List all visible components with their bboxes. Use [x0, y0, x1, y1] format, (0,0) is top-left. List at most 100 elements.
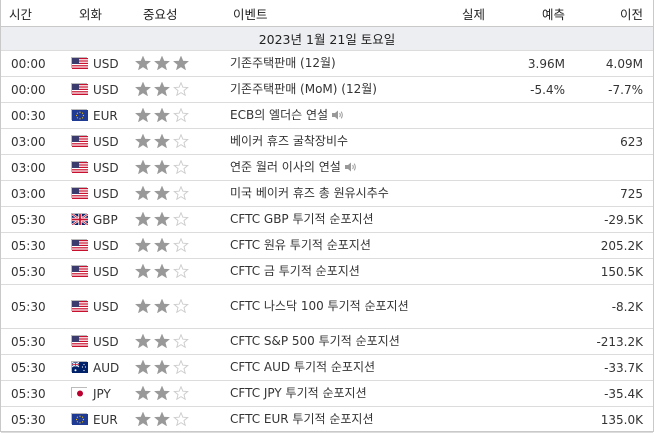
header-time[interactable]: 시간: [1, 0, 71, 27]
event-name[interactable]: ECB의 엘더슨 연설: [230, 108, 328, 122]
event-row[interactable]: 05:30 USD CFTC 금 투기적 순포지션 150.5K: [1, 258, 653, 285]
event-currency: EUR: [71, 102, 135, 129]
event-time: 05:30: [1, 284, 71, 329]
importance-stars: [135, 154, 225, 181]
star-filled-icon: [135, 263, 151, 279]
importance-stars: [135, 258, 225, 285]
event-name-cell[interactable]: CFTC GBP 투기적 순포지션: [225, 206, 425, 233]
event-currency: GBP: [71, 206, 135, 233]
event-name-cell[interactable]: 베이커 휴즈 굴착장비수: [225, 128, 425, 155]
currency-code: EUR: [93, 412, 118, 427]
event-forecast: [495, 284, 575, 329]
event-name[interactable]: CFTC 원유 투기적 순포지션: [230, 238, 371, 252]
star-empty-icon: [173, 185, 189, 201]
event-row[interactable]: 05:30 AUD CFTC AUD 투기적 순포지션 -33.7K: [1, 354, 653, 381]
event-forecast: [495, 128, 575, 155]
event-name[interactable]: 기존주택판매 (MoM) (12월): [230, 82, 377, 96]
event-previous: 135.0K: [575, 406, 653, 433]
us-flag-icon: [71, 82, 88, 95]
event-name-cell[interactable]: 미국 베이커 휴즈 총 원유시추수: [225, 180, 425, 207]
event-name-cell[interactable]: 연준 월러 이사의 연설: [225, 154, 425, 181]
event-name-cell[interactable]: CFTC 원유 투기적 순포지션: [225, 232, 425, 259]
star-empty-icon: [173, 298, 189, 314]
event-name-cell[interactable]: CFTC 나스닥 100 투기적 순포지션: [225, 284, 425, 329]
event-time: 05:30: [1, 380, 71, 407]
importance-stars: [135, 180, 225, 207]
star-empty-icon: [173, 385, 189, 401]
event-currency: USD: [71, 258, 135, 285]
star-filled-icon: [135, 133, 151, 149]
event-name-cell[interactable]: ECB의 엘더슨 연설: [225, 102, 425, 129]
event-name-cell[interactable]: CFTC AUD 투기적 순포지션: [225, 354, 425, 381]
event-name[interactable]: CFTC AUD 투기적 순포지션: [230, 360, 375, 374]
header-currency[interactable]: 외화: [71, 0, 135, 27]
event-forecast: [495, 232, 575, 259]
event-name-cell[interactable]: CFTC 금 투기적 순포지션: [225, 258, 425, 285]
currency-code: USD: [93, 82, 119, 97]
event-name[interactable]: 미국 베이커 휴즈 총 원유시추수: [230, 186, 389, 200]
star-filled-icon: [154, 159, 170, 175]
event-previous: -35.4K: [575, 380, 653, 407]
star-filled-icon: [154, 333, 170, 349]
event-name-cell[interactable]: CFTC EUR 투기적 순포지션: [225, 406, 425, 433]
star-filled-icon: [154, 81, 170, 97]
event-name-cell[interactable]: CFTC JPY 투기적 순포지션: [225, 380, 425, 407]
star-empty-icon: [173, 107, 189, 123]
us-flag-icon: [71, 186, 88, 199]
event-name[interactable]: CFTC EUR 투기적 순포지션: [230, 412, 374, 426]
event-row[interactable]: 03:00 USD 베이커 휴즈 굴착장비수 623: [1, 128, 653, 155]
currency-code: JPY: [93, 386, 111, 401]
us-flag-icon: [71, 160, 88, 173]
event-actual: [425, 354, 495, 381]
event-name-cell[interactable]: 기존주택판매 (12월): [225, 50, 425, 77]
currency-code: USD: [93, 134, 119, 149]
event-name[interactable]: CFTC 금 투기적 순포지션: [230, 264, 360, 278]
event-name[interactable]: 베이커 휴즈 굴착장비수: [230, 134, 348, 148]
event-row[interactable]: 05:30 USD CFTC S&P 500 투기적 순포지션 -213.2K: [1, 328, 653, 355]
event-time: 05:30: [1, 232, 71, 259]
event-row[interactable]: 03:00 USD 미국 베이커 휴즈 총 원유시추수 725: [1, 180, 653, 207]
event-actual: [425, 406, 495, 433]
event-forecast: [495, 102, 575, 129]
event-name[interactable]: 연준 월러 이사의 연설: [230, 160, 341, 174]
event-row[interactable]: 00:30 EUR ECB의 엘더슨 연설: [1, 102, 653, 129]
event-name[interactable]: 기존주택판매 (12월): [230, 56, 336, 70]
star-empty-icon: [173, 359, 189, 375]
event-name[interactable]: CFTC JPY 투기적 순포지션: [230, 386, 367, 400]
event-row[interactable]: 03:00 USD 연준 월러 이사의 연설: [1, 154, 653, 181]
event-previous: -7.7%: [575, 76, 653, 103]
event-actual: [425, 328, 495, 355]
event-name-cell[interactable]: 기존주택판매 (MoM) (12월): [225, 76, 425, 103]
event-row[interactable]: 00:00 USD 기존주택판매 (MoM) (12월) -5.4% -7.7%: [1, 76, 653, 103]
star-filled-icon: [154, 133, 170, 149]
currency-code: USD: [93, 299, 119, 314]
header-event[interactable]: 이벤트: [225, 0, 425, 27]
event-row[interactable]: 05:30 USD CFTC 나스닥 100 투기적 순포지션 -8.2K: [1, 284, 653, 329]
star-filled-icon: [154, 55, 170, 71]
event-name-cell[interactable]: CFTC S&P 500 투기적 순포지션: [225, 328, 425, 355]
event-previous: [575, 154, 653, 181]
header-forecast[interactable]: 예측: [495, 0, 575, 27]
event-previous: 150.5K: [575, 258, 653, 285]
star-empty-icon: [173, 333, 189, 349]
event-time: 00:30: [1, 102, 71, 129]
event-name[interactable]: CFTC 나스닥 100 투기적 순포지션: [230, 299, 409, 313]
event-name[interactable]: CFTC S&P 500 투기적 순포지션: [230, 334, 400, 348]
event-row[interactable]: 05:30 GBP CFTC GBP 투기적 순포지션 -29.5K: [1, 206, 653, 233]
star-empty-icon: [173, 133, 189, 149]
event-forecast: [495, 180, 575, 207]
currency-code: USD: [93, 334, 119, 349]
event-currency: USD: [71, 232, 135, 259]
header-previous[interactable]: 이전: [575, 0, 653, 27]
event-row[interactable]: 00:00 USD 기존주택판매 (12월) 3.96M 4.09M: [1, 50, 653, 77]
star-filled-icon: [135, 211, 151, 227]
us-flag-icon: [71, 264, 88, 277]
header-importance[interactable]: 중요성: [135, 0, 225, 27]
header-actual[interactable]: 실제: [425, 0, 495, 27]
event-actual: [425, 128, 495, 155]
event-name[interactable]: CFTC GBP 투기적 순포지션: [230, 212, 374, 226]
event-row[interactable]: 05:30 USD CFTC 원유 투기적 순포지션 205.2K: [1, 232, 653, 259]
event-row[interactable]: 05:30 JPY CFTC JPY 투기적 순포지션 -35.4K: [1, 380, 653, 407]
currency-code: USD: [93, 264, 119, 279]
event-row[interactable]: 05:30 EUR CFTC EUR 투기적 순포지션 135.0K: [1, 406, 653, 433]
